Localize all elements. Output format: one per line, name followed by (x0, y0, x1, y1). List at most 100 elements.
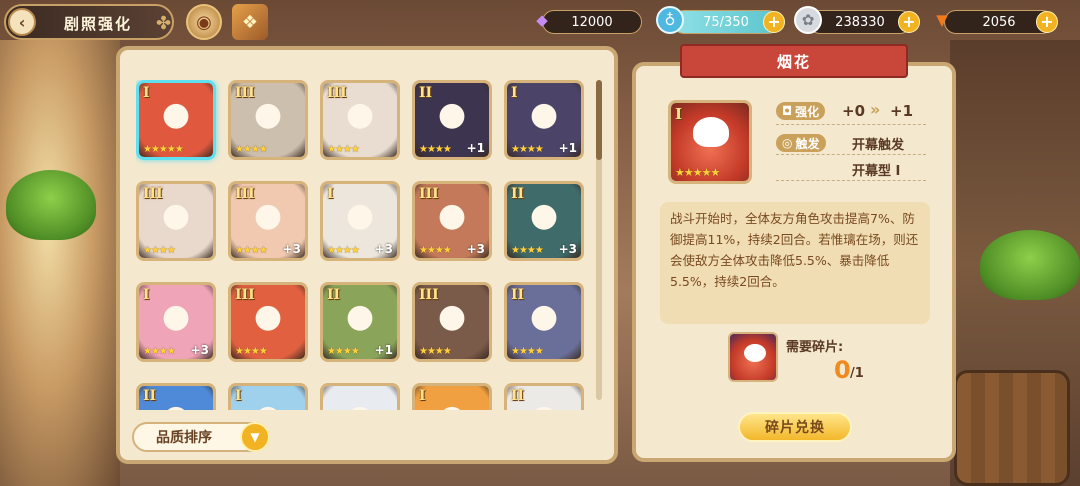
star-rating: ★★★★ (511, 144, 544, 155)
fragment-exchange-button[interactable]: 碎片兑换 (738, 412, 852, 442)
star-rating: ★★★★ (419, 144, 452, 155)
divider (776, 180, 926, 181)
card-item[interactable]: III ★★★★ (136, 181, 216, 261)
card-item[interactable]: III ★★★★ +3 (228, 181, 308, 261)
card-item[interactable]: III ★★★★ +3 (412, 181, 492, 261)
background-left (0, 40, 120, 486)
star-rating: ★★★★ (419, 346, 452, 357)
star-rating: ★★★★ (327, 245, 360, 256)
card-item[interactable]: II ★★★★ +1 (320, 282, 400, 362)
card-item[interactable]: I ★★★★ +3 (320, 181, 400, 261)
rank-numeral: II (419, 85, 433, 101)
divider (776, 154, 926, 155)
star-rating: ★★★★ (235, 245, 268, 256)
chevron-down-icon[interactable]: ▼ (240, 422, 270, 452)
enhance-level: +1 (466, 141, 485, 155)
star-rating: ★★★★★ (143, 144, 184, 155)
fragment-portrait-face (744, 344, 766, 362)
card-item[interactable]: III ★★★★ (320, 80, 400, 160)
star-rating: ★★★★★ (675, 166, 720, 179)
clover-icon: ✤ (156, 13, 172, 34)
card-list-panel: I ★★★★★ III ★★★★ III ★★★★ II ★★★★ +1 I ★★★★ +1 III ★★… (116, 46, 618, 464)
card-portrait (415, 386, 489, 410)
card-item[interactable]: I (228, 383, 308, 410)
card-item[interactable]: I ★★★★★ (136, 80, 216, 160)
fragment-icon (728, 332, 778, 382)
card-item[interactable]: II ★★★★ +3 (504, 181, 584, 261)
star-rating: ★★★★ (511, 346, 544, 357)
rank-numeral: I (235, 388, 242, 404)
enhance-label: 强化 (795, 104, 820, 119)
card-portrait (231, 386, 305, 410)
rank-numeral: I (143, 85, 150, 101)
rank-numeral: II (327, 287, 341, 303)
rank-numeral: III (143, 186, 163, 202)
fragment-total: /1 (850, 366, 864, 381)
rune-circle-icon[interactable]: ◉ (186, 4, 222, 40)
card-portrait (323, 386, 397, 410)
card-item[interactable]: I (412, 383, 492, 410)
scrollbar[interactable] (596, 80, 602, 400)
shield-icon: ◘ (782, 104, 793, 118)
enhance-level: +3 (466, 242, 485, 256)
stamina-plus-button[interactable]: + (763, 11, 785, 33)
top-bar: ‹ 剧照强化 ✤ ◉ ❖ 12000 ◆ 75/350 ♁ + 238330 ✿… (0, 0, 1080, 44)
enhance-level: +3 (558, 242, 577, 256)
carrot-plus-button[interactable]: + (1036, 11, 1058, 33)
star-rating: ★★★★ (235, 144, 268, 155)
silver-plus-button[interactable]: + (898, 11, 920, 33)
card-item[interactable]: I ★★★★ +1 (504, 80, 584, 160)
star-rating: ★★★★ (143, 245, 176, 256)
card-name-ribbon: 烟花 (680, 44, 908, 78)
enhance-level: +3 (190, 343, 209, 357)
card-item[interactable] (320, 383, 400, 410)
crystal-icon: ◆ (536, 11, 548, 29)
enhance-level: +1 (558, 141, 577, 155)
title-box: ‹ 剧照强化 ✤ (4, 4, 174, 40)
rank-numeral: I (327, 186, 334, 202)
enhance-from: +0 (842, 102, 866, 120)
card-item[interactable]: III ★★★★ (228, 282, 308, 362)
card-item[interactable]: II ★★★★ +1 (412, 80, 492, 160)
scroll-thumb[interactable] (596, 80, 602, 160)
rank-numeral: III (235, 186, 255, 202)
enhance-to: +1 (890, 102, 914, 120)
enhance-level: +3 (374, 242, 393, 256)
star-rating: ★★★★ (327, 144, 360, 155)
potion-icon: ♁ (656, 6, 684, 34)
rank-numeral: III (235, 287, 255, 303)
back-arrow-icon[interactable]: ‹ (8, 8, 36, 36)
card-grid[interactable]: I ★★★★★ III ★★★★ III ★★★★ II ★★★★ +1 I ★★★★ +1 III ★★… (136, 80, 596, 410)
detail-card-image: I ★★★★★ (668, 100, 752, 184)
rank-numeral: III (419, 287, 439, 303)
enhance-level: +3 (282, 242, 301, 256)
rank-numeral: I (419, 388, 426, 404)
card-item[interactable]: II (504, 383, 584, 410)
rank-numeral: III (327, 85, 347, 101)
silver-coin-icon: ✿ (794, 6, 822, 34)
rank-numeral: II (511, 186, 525, 202)
spellbook-icon[interactable]: ❖ (232, 4, 268, 40)
target-icon: ◎ (782, 136, 793, 150)
rank-numeral: II (143, 388, 157, 404)
enhance-level: +1 (374, 343, 393, 357)
rank-numeral: III (419, 186, 439, 202)
rank-numeral: I (143, 287, 150, 303)
fragment-count: 0 (834, 356, 851, 384)
card-item[interactable]: II (136, 383, 216, 410)
crystal-counter: 12000 (542, 10, 642, 34)
barrel-decoration (954, 370, 1070, 486)
card-item[interactable]: III ★★★★ (228, 80, 308, 160)
skill-description: 战斗开始时，全体友方角色攻击提高7%、防御提高11%，持续2回合。若惟璃在场，则… (660, 202, 930, 324)
type-value: 开幕型 I (852, 164, 901, 179)
star-rating: ★★★★ (235, 346, 268, 357)
card-item[interactable]: I ★★★★ +3 (136, 282, 216, 362)
rank-numeral: II (511, 287, 525, 303)
fragment-label: 需要碎片: (786, 340, 844, 355)
enhance-tag: ◘ 强化 (776, 102, 826, 120)
card-item[interactable]: III ★★★★ (412, 282, 492, 362)
double-chevron-icon: » (870, 100, 881, 119)
plant-decoration (980, 230, 1080, 300)
card-item[interactable]: II ★★★★ (504, 282, 584, 362)
rank-numeral: II (511, 388, 525, 404)
